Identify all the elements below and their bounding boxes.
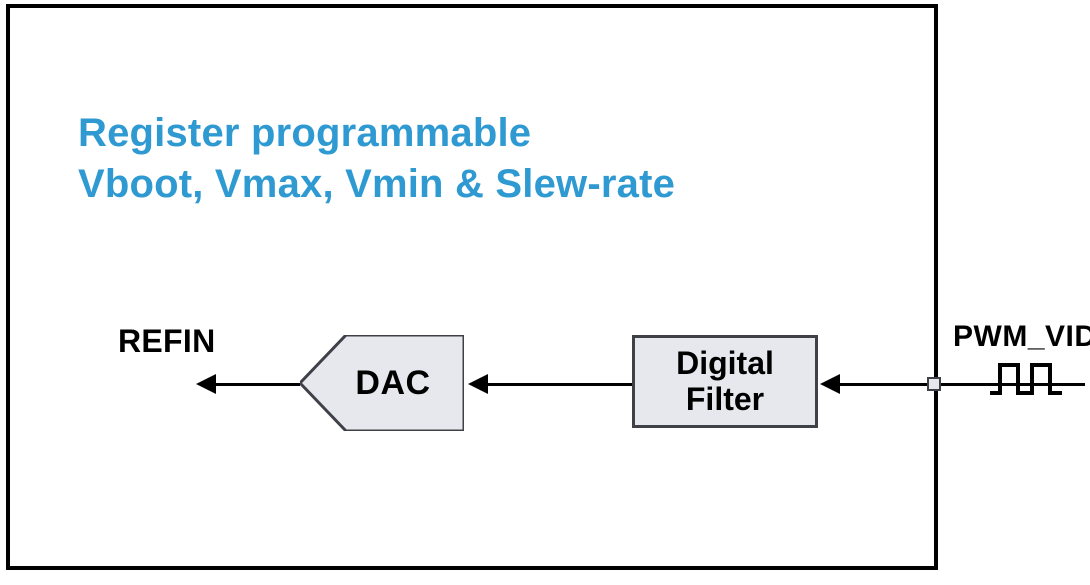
dac-block: DAC bbox=[300, 335, 464, 431]
refin-label: REFIN bbox=[118, 323, 216, 360]
pwmvid-label: PWM_VID bbox=[953, 320, 1090, 354]
arrow-dac-to-refin-line bbox=[214, 383, 300, 386]
title-line-1: Register programmable bbox=[78, 111, 531, 155]
main-frame bbox=[6, 4, 938, 570]
connector-pin bbox=[927, 377, 941, 391]
digital-filter-line-2: Filter bbox=[686, 381, 764, 417]
arrow-pin-to-filter-head bbox=[820, 374, 840, 394]
arrow-filter-to-dac-line bbox=[486, 383, 632, 386]
pulse-waveform-icon bbox=[990, 361, 1062, 395]
title-text: Register programmable Vboot, Vmax, Vmin … bbox=[78, 108, 675, 210]
digital-filter-block: Digital Filter bbox=[632, 335, 818, 428]
arrow-filter-to-dac-head bbox=[468, 374, 488, 394]
dac-shape-svg bbox=[300, 335, 464, 431]
title-line-2: Vboot, Vmax, Vmin & Slew-rate bbox=[78, 162, 675, 206]
arrow-pin-to-filter-line bbox=[838, 383, 934, 386]
digital-filter-line-1: Digital bbox=[676, 345, 774, 381]
arrow-dac-to-refin-head bbox=[196, 374, 216, 394]
